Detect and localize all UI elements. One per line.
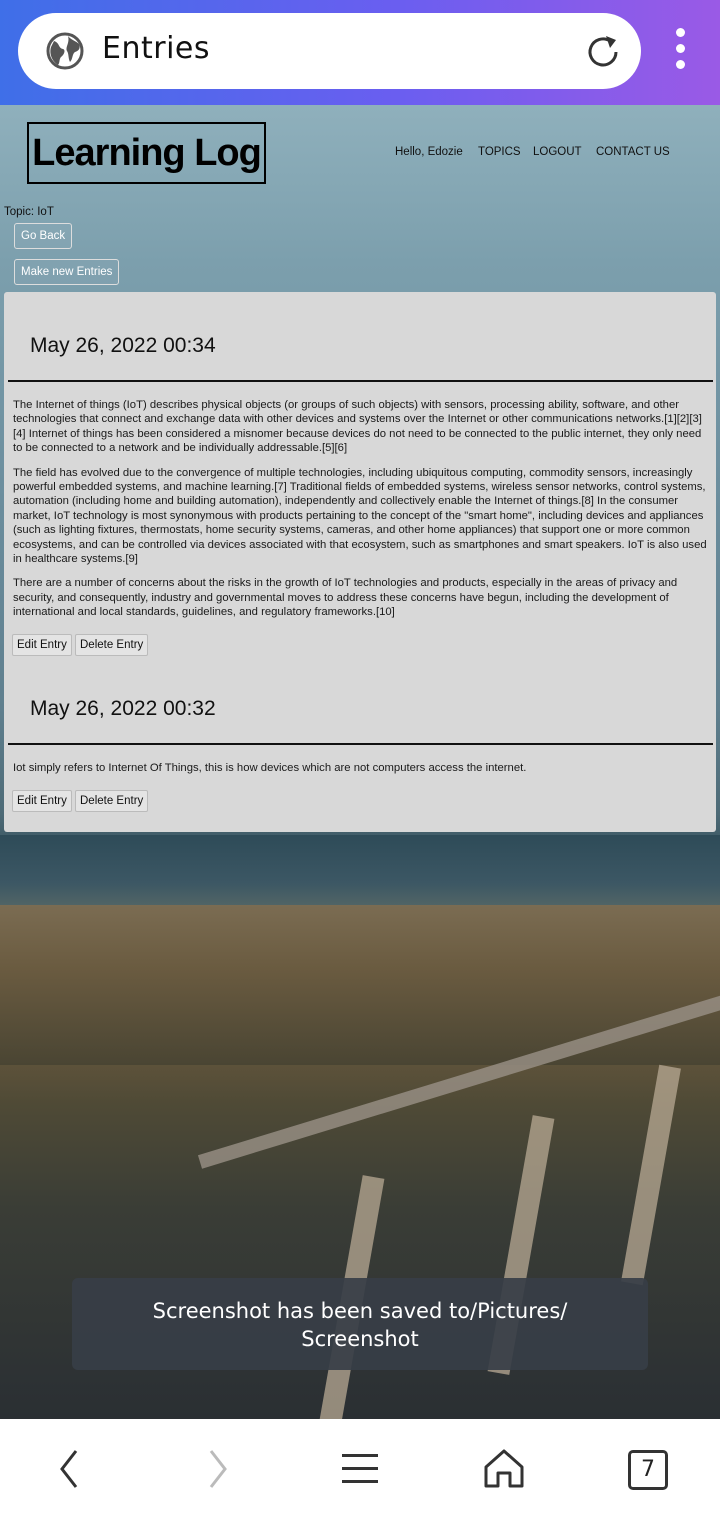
reload-icon[interactable] (583, 32, 623, 72)
divider (8, 380, 713, 382)
browser-bottom-bar: 7 (0, 1419, 720, 1519)
delete-entry-button[interactable]: Delete Entry (75, 790, 149, 812)
toast-line: Screenshot (301, 1327, 419, 1351)
page-title: Entries (102, 31, 210, 66)
forward-arrow-icon[interactable] (205, 1449, 231, 1489)
new-entry-button[interactable]: Make new Entries (14, 259, 120, 285)
toast-message: Screenshot has been saved to/Pictures/ S… (72, 1278, 648, 1370)
entry-paragraph: The field has evolved due to the converg… (13, 466, 707, 566)
toast-line: Screenshot has been saved to/Pictures/ (152, 1299, 568, 1323)
edit-entry-button[interactable]: Edit Entry (12, 790, 72, 812)
divider (8, 743, 713, 745)
entry-paragraph: Iot simply refers to Internet Of Things,… (13, 762, 527, 774)
home-icon[interactable] (483, 1447, 525, 1489)
edit-entry-button[interactable]: Edit Entry (12, 634, 72, 656)
background-post (621, 1064, 681, 1286)
entry-date: May 26, 2022 00:32 (30, 697, 216, 720)
delete-entry-button[interactable]: Delete Entry (75, 634, 149, 656)
entry-body: Iot simply refers to Internet Of Things,… (13, 761, 709, 785)
address-bar[interactable]: Entries (18, 13, 641, 89)
nav-contact-link[interactable]: CONTACT US (596, 146, 670, 158)
go-back-button[interactable]: Go Back (14, 223, 73, 249)
globe-icon (46, 32, 84, 70)
browser-toolbar: Entries (0, 0, 720, 105)
nav-topics-link[interactable]: TOPICS (478, 146, 521, 158)
back-arrow-icon[interactable] (56, 1449, 82, 1489)
nav-greeting: Hello, Edozie (395, 146, 463, 158)
entry-date: May 26, 2022 00:34 (30, 334, 216, 357)
entry-paragraph: The Internet of things (IoT) describes p… (13, 399, 702, 455)
nav-logout-link[interactable]: LOGOUT (533, 146, 582, 158)
web-page: Learning Log Hello, Edozie TOPICS LOGOUT… (0, 105, 720, 1419)
background-sea (0, 835, 720, 915)
entry-body: The Internet of things (IoT) describes p… (13, 398, 709, 630)
topic-label: Topic: IoT (4, 206, 54, 218)
site-brand[interactable]: Learning Log (27, 122, 266, 184)
entries-panel: May 26, 2022 00:34 The Internet of thing… (4, 292, 716, 832)
more-vertical-icon[interactable] (668, 28, 692, 76)
tabs-icon[interactable]: 7 (628, 1450, 668, 1490)
entry-paragraph: There are a number of concerns about the… (13, 577, 678, 619)
menu-icon[interactable] (341, 1451, 379, 1487)
